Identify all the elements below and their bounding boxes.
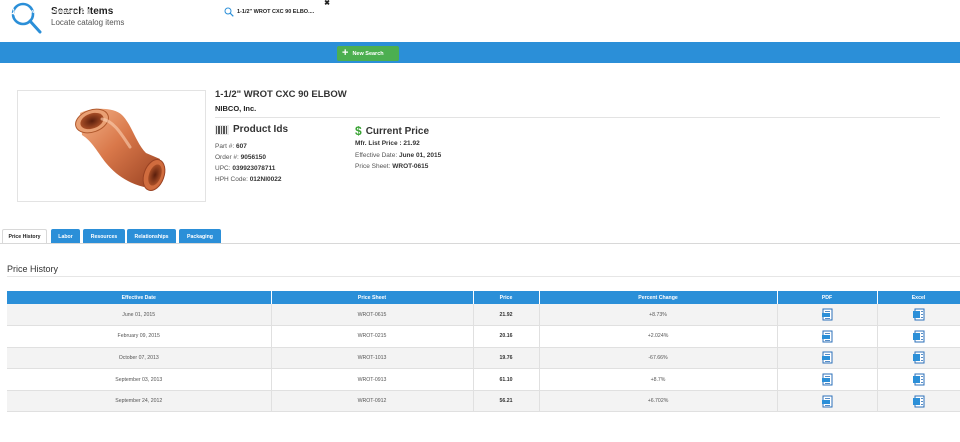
cell-percent-change: -67.66% xyxy=(539,347,778,370)
tab-label: Keywords: 607, NIBCO, xyxy=(136,8,198,15)
cell-price-sheet: WROT-0913 xyxy=(271,368,474,391)
cell-percent-change: +8.73% xyxy=(539,304,778,327)
barcode-icon xyxy=(215,124,229,135)
hph-code: HPH Code: 012NI0022 xyxy=(215,176,282,183)
section-title: Current Price xyxy=(365,125,430,137)
pdf-icon[interactable] xyxy=(821,351,834,364)
cell-percent-change: +6.702% xyxy=(539,390,778,413)
excel-icon[interactable] xyxy=(912,351,925,364)
dollar-icon: $ xyxy=(355,124,362,138)
cell-excel xyxy=(877,390,960,413)
cell-effective-date: September 24, 2012 xyxy=(7,390,272,413)
divider xyxy=(0,243,960,244)
cell-price-sheet: WROT-0615 xyxy=(271,304,474,327)
cell-pdf xyxy=(777,304,878,327)
column-header[interactable]: Price xyxy=(473,291,540,304)
cell-pdf xyxy=(777,390,878,413)
cell-pdf xyxy=(777,347,878,370)
cell-effective-date: October 07, 2013 xyxy=(7,347,272,370)
cell-percent-change: +2.024% xyxy=(539,325,778,348)
section-title: Price History xyxy=(7,264,59,274)
price-sheet: Price Sheet: WROT-0615 xyxy=(355,163,429,170)
cell-effective-date: June 01, 2015 xyxy=(7,304,272,327)
column-header[interactable]: Price Sheet xyxy=(271,291,474,304)
cell-pdf xyxy=(777,325,878,348)
excel-icon[interactable] xyxy=(912,330,925,343)
cell-price: 19.76 xyxy=(473,347,540,370)
pdf-icon[interactable] xyxy=(821,373,834,386)
list-price: Mfr. List Price : 21.92 xyxy=(355,140,420,147)
pdf-icon[interactable] xyxy=(821,330,834,343)
table-row: September 24, 2012 WROT-0912 56.21 +6.702% xyxy=(7,390,960,413)
search-icon xyxy=(123,7,133,17)
copper-elbow-image xyxy=(75,108,166,191)
excel-icon[interactable] xyxy=(912,308,925,321)
column-header: Excel xyxy=(877,291,960,304)
product-title: 1-1/2" WROT CXC 90 ELBOW xyxy=(215,89,347,100)
tab-label: Keywords: milwaukee, Sh( xyxy=(20,8,90,15)
search-icon xyxy=(7,7,17,17)
cell-excel xyxy=(877,325,960,348)
column-header[interactable]: Effective Date xyxy=(7,291,272,304)
close-icon[interactable]: ✖ xyxy=(324,0,330,7)
order-number: Order #: 9056150 xyxy=(215,154,266,161)
cell-pdf xyxy=(777,368,878,391)
cell-excel xyxy=(877,368,960,391)
new-search-label: New Search xyxy=(352,50,384,57)
new-search-button[interactable]: + New Search xyxy=(337,46,399,61)
excel-icon[interactable] xyxy=(912,373,925,386)
tab-keywords-607[interactable]: Keywords: 607, NIBCO, ✖ xyxy=(118,0,218,20)
table-row: February 09, 2015 WROT-0215 20.16 +2.024% xyxy=(7,325,960,348)
tab-relationships[interactable]: Relationships xyxy=(127,229,176,244)
column-header: PDF xyxy=(777,291,878,304)
cell-price-sheet: WROT-0912 xyxy=(271,390,474,413)
effective-date: Effective Date: June 01, 2015 xyxy=(355,152,442,159)
column-header[interactable]: Percent Change xyxy=(539,291,778,304)
tab-keywords-milwaukee[interactable]: Keywords: milwaukee, Sh( ✖ xyxy=(2,0,118,20)
cell-price: 21.92 xyxy=(473,304,540,327)
cell-price: 20.16 xyxy=(473,325,540,348)
tab-product-elbow[interactable]: 1-1/2" WROT CXC 90 ELBO.... ✖ xyxy=(219,0,330,20)
divider xyxy=(7,276,960,277)
tab-packaging[interactable]: Packaging xyxy=(179,229,221,244)
cell-percent-change: +8.7% xyxy=(539,368,778,391)
search-tab-bar xyxy=(0,42,960,63)
cell-price: 61.10 xyxy=(473,368,540,391)
current-price-heading: $ Current Price xyxy=(355,124,429,138)
table-row: September 03, 2013 WROT-0913 61.10 +8.7% xyxy=(7,368,960,391)
table-row: June 01, 2015 WROT-0615 21.92 +8.73% xyxy=(7,304,960,327)
plus-icon: + xyxy=(342,47,349,59)
excel-icon[interactable] xyxy=(912,395,925,408)
search-icon xyxy=(224,7,234,17)
price-history-table: Effective Date Price Sheet Price Percent… xyxy=(7,291,960,413)
close-icon[interactable]: ✖ xyxy=(212,0,218,7)
product-ids-heading: Product Ids xyxy=(215,124,288,135)
cell-price-sheet: WROT-0215 xyxy=(271,325,474,348)
cell-excel xyxy=(877,304,960,327)
tab-labor[interactable]: Labor xyxy=(51,229,80,244)
upc-code: UPC: 039923078711 xyxy=(215,165,276,172)
cell-price: 56.21 xyxy=(473,390,540,413)
section-title: Product Ids xyxy=(233,124,289,135)
cell-excel xyxy=(877,347,960,370)
divider xyxy=(215,117,940,118)
tab-label: 1-1/2" WROT CXC 90 ELBO.... xyxy=(237,8,315,15)
table-row: October 07, 2013 WROT-1013 19.76 -67.66% xyxy=(7,347,960,370)
tab-price-history[interactable]: Price History xyxy=(2,229,47,244)
product-manufacturer: NIBCO, Inc. xyxy=(215,104,257,113)
cell-price-sheet: WROT-1013 xyxy=(271,347,474,370)
table-header-row: Effective Date Price Sheet Price Percent… xyxy=(7,291,960,304)
cell-effective-date: February 09, 2015 xyxy=(7,325,272,348)
tab-resources[interactable]: Resources xyxy=(83,229,125,244)
pdf-icon[interactable] xyxy=(821,308,834,321)
cell-effective-date: September 03, 2013 xyxy=(7,368,272,391)
pdf-icon[interactable] xyxy=(821,395,834,408)
part-number: Part #: 607 xyxy=(215,143,247,150)
product-image xyxy=(17,90,206,202)
